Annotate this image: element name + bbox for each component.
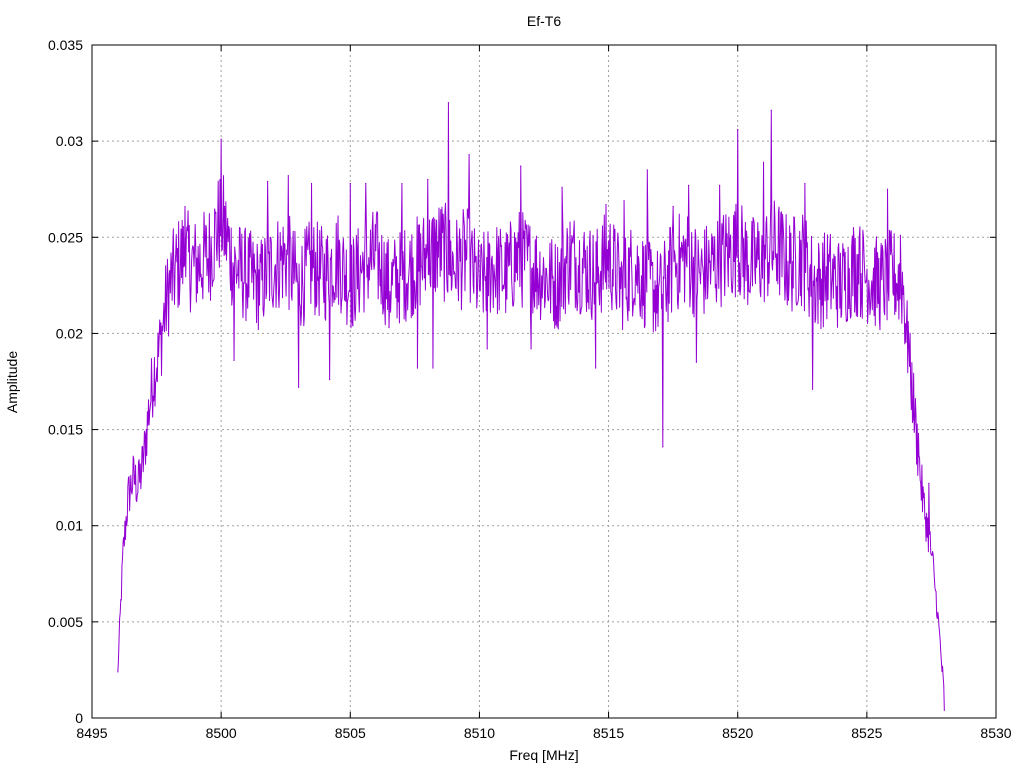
data-point bbox=[137, 461, 140, 463]
data-point bbox=[310, 182, 313, 185]
data-point bbox=[329, 378, 331, 381]
series-line bbox=[117, 102, 945, 711]
data-point bbox=[184, 205, 186, 208]
data-point bbox=[886, 188, 889, 190]
data-point bbox=[917, 432, 920, 435]
data-point bbox=[943, 709, 945, 711]
y-tick-label: 0.02 bbox=[56, 325, 83, 341]
data-point bbox=[662, 446, 664, 448]
data-point bbox=[848, 307, 850, 310]
data-point bbox=[623, 200, 625, 202]
line-plot: 8495 8500 8505 8510 8515 8520 8525 8530 0 0.005 0.… bbox=[4, 13, 1012, 763]
x-tick-label: 8510 bbox=[464, 725, 495, 741]
data-point bbox=[349, 182, 351, 185]
data-point bbox=[804, 182, 806, 185]
data-point bbox=[812, 388, 814, 390]
data-point bbox=[158, 336, 160, 338]
data-point bbox=[287, 175, 289, 177]
data-point bbox=[416, 367, 419, 369]
data-point bbox=[267, 180, 269, 183]
y-tick-label: 0.025 bbox=[48, 229, 83, 245]
data-point bbox=[365, 182, 367, 185]
data-point bbox=[858, 238, 860, 240]
data-point bbox=[447, 102, 450, 104]
data-point bbox=[595, 367, 597, 369]
data-point bbox=[427, 179, 429, 181]
data-point bbox=[401, 182, 403, 185]
data-point bbox=[737, 129, 739, 131]
data-point bbox=[561, 186, 563, 188]
y-axis-title: Amplitude bbox=[4, 351, 20, 413]
data-point bbox=[762, 161, 765, 163]
x-tick-label: 8495 bbox=[76, 725, 107, 741]
data-point bbox=[688, 184, 690, 186]
data-point bbox=[530, 348, 532, 350]
x-tick-label: 8505 bbox=[335, 725, 366, 741]
data-point bbox=[928, 482, 930, 485]
x-tick-label: 8530 bbox=[980, 725, 1011, 741]
data-point bbox=[432, 367, 434, 369]
data-point bbox=[770, 109, 772, 111]
x-tick-label: 8525 bbox=[851, 725, 882, 741]
y-tick-label: 0.035 bbox=[48, 37, 83, 53]
plot-frame bbox=[91, 44, 997, 719]
data-point bbox=[907, 321, 909, 323]
data-point bbox=[220, 138, 222, 140]
data-point bbox=[468, 154, 470, 156]
chart-title: Ef-T6 bbox=[527, 13, 561, 29]
x-tick-label: 8500 bbox=[206, 725, 237, 741]
y-tick-label: 0 bbox=[75, 710, 83, 726]
data-point bbox=[520, 165, 522, 167]
data-point bbox=[486, 348, 488, 350]
data-point bbox=[117, 671, 119, 673]
data-point bbox=[478, 288, 481, 290]
x-tick-label: 8520 bbox=[722, 725, 753, 741]
data-point bbox=[605, 204, 607, 206]
data-point bbox=[388, 327, 390, 329]
data-point bbox=[933, 571, 935, 573]
data-point bbox=[646, 169, 648, 171]
y-tick-label: 0.005 bbox=[48, 614, 83, 630]
chart: 8495 8500 8505 8510 8515 8520 8525 8530 0 0.005 0.… bbox=[0, 0, 1024, 768]
data-point bbox=[672, 205, 674, 208]
data-point bbox=[719, 184, 721, 186]
y-tick-label: 0.01 bbox=[56, 518, 83, 534]
x-tick-label: 8515 bbox=[593, 725, 624, 741]
data-point bbox=[233, 359, 235, 361]
data-point bbox=[352, 325, 354, 327]
data-point bbox=[298, 386, 300, 388]
x-axis-title: Freq [MHz] bbox=[509, 747, 578, 763]
y-tick-label: 0.03 bbox=[56, 133, 83, 149]
data-point bbox=[695, 361, 697, 363]
y-tick-label: 0.015 bbox=[48, 422, 83, 438]
data-point bbox=[899, 234, 902, 236]
